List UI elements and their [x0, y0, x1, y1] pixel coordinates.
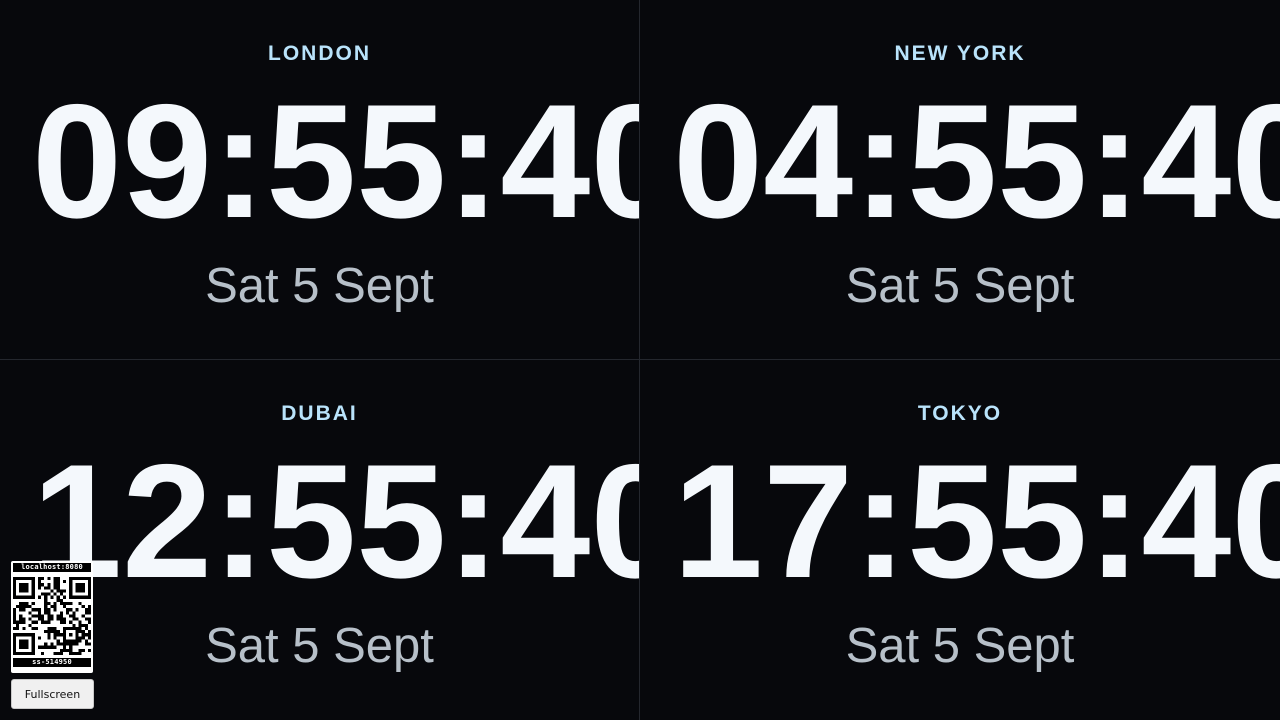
clock-time: 09:55:40: [32, 71, 639, 252]
city-name: DUBAI: [281, 402, 358, 425]
clock-panel-new-york: NEW YORK 04:55:40 Sat 5 Sept: [640, 0, 1280, 359]
qr-code-card: localhost:8080 ss-514950: [11, 561, 93, 673]
clock-panel-dubai: DUBAI 12:55:40 Sat 5 Sept: [0, 360, 639, 720]
city-name: LONDON: [268, 42, 371, 65]
clock-date: Sat 5 Sept: [845, 259, 1075, 313]
city-name: NEW YORK: [894, 42, 1026, 65]
qr-bottom-label: ss-514950: [13, 658, 91, 667]
clock-time: 12:55:40: [32, 431, 639, 612]
clock-date: Sat 5 Sept: [205, 619, 434, 673]
world-clock-grid: LONDON 09:55:40 Sat 5 Sept NEW YORK 04:5…: [0, 0, 1280, 720]
fullscreen-button[interactable]: Fullscreen: [11, 679, 94, 709]
clock-time: 17:55:40: [673, 431, 1280, 612]
clock-date: Sat 5 Sept: [205, 259, 434, 313]
city-name: TOKYO: [917, 402, 1003, 425]
clock-time: 04:55:40: [673, 71, 1280, 252]
qr-code-icon: [13, 577, 91, 655]
clock-panel-london: LONDON 09:55:40 Sat 5 Sept: [0, 0, 639, 359]
clock-date: Sat 5 Sept: [845, 619, 1075, 673]
clock-panel-tokyo: TOKYO 17:55:40 Sat 5 Sept: [640, 360, 1280, 720]
qr-top-label: localhost:8080: [13, 563, 91, 572]
